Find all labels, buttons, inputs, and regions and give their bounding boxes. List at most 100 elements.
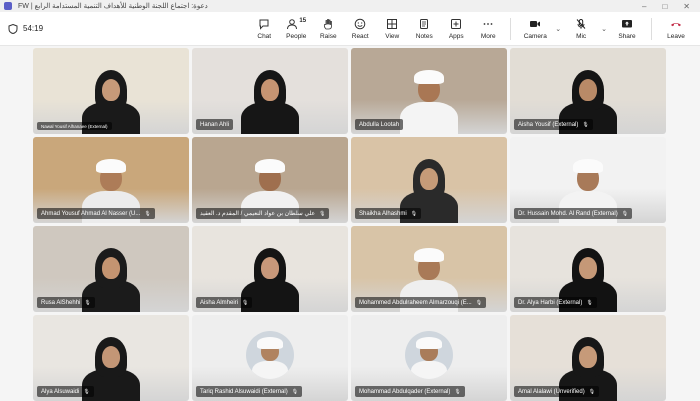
leave-label: Leave bbox=[667, 32, 685, 40]
mic-options-chevron-icon[interactable]: ⌄ bbox=[601, 25, 607, 33]
participant-name-label: Rusa AlShehhi 🎙 bbox=[37, 297, 95, 308]
participant-tile[interactable]: Mohammad Abdulqader (External) 🎙 bbox=[351, 315, 507, 401]
mic-muted-icon: 🎙 bbox=[588, 388, 596, 395]
participant-video bbox=[394, 66, 464, 134]
participant-name-label: Abdulla Lootah bbox=[355, 119, 404, 130]
participant-name-label: Aisha Yousif (External) 🎙 bbox=[514, 119, 593, 130]
participant-name: Aisha Almheiri bbox=[200, 299, 239, 306]
participant-tile[interactable]: Shaikha Alhashmi 🎙 bbox=[351, 137, 507, 223]
mic-muted-icon: 🎙 bbox=[291, 388, 299, 395]
people-button[interactable]: 15 People bbox=[281, 14, 311, 44]
mic-button[interactable]: Mic bbox=[564, 14, 598, 44]
smiley-icon bbox=[354, 18, 366, 29]
more-dots-icon bbox=[483, 22, 493, 25]
mic-muted-icon: 🎙 bbox=[454, 388, 461, 395]
camera-icon bbox=[530, 20, 541, 27]
participant-name-label: Hanan Ahli bbox=[196, 119, 234, 130]
participant-tile[interactable]: Dr. Hussain Mohd. Al Rand (External) 🎙 bbox=[510, 137, 666, 223]
teams-logo-icon bbox=[4, 2, 12, 10]
avatar bbox=[246, 331, 294, 379]
participant-tile[interactable]: Alya Alsuwaidi 🎙 bbox=[33, 315, 189, 401]
shield-icon bbox=[8, 23, 18, 34]
participant-name: Alya Alsuwaidi bbox=[41, 388, 80, 395]
participant-tile[interactable]: Rusa AlShehhi 🎙 bbox=[33, 226, 189, 312]
minimize-icon[interactable]: – bbox=[642, 2, 646, 11]
notes-label: Notes bbox=[415, 32, 433, 40]
participant-name-label: Dr. Hussain Mohd. Al Rand (External) 🎙 bbox=[514, 208, 633, 219]
react-label: React bbox=[351, 32, 369, 40]
more-button[interactable]: More bbox=[473, 14, 503, 44]
chat-icon bbox=[259, 19, 269, 30]
participant-tile[interactable]: Ahmad Yousuf Ahmad Al Nasser (U... 🎙 bbox=[33, 137, 189, 223]
participant-name: علي سلطان بن عواد النعيمي / المقدم د. ال… bbox=[200, 211, 316, 217]
participant-tile[interactable]: Mohammed Abdulraheem Almarzouqi (E... 🎙 bbox=[351, 226, 507, 312]
participant-tile[interactable]: Aisha Almheiri 🎙 bbox=[192, 226, 348, 312]
participant-tile[interactable]: Dr. Alya Harbi (External) 🎙 bbox=[510, 226, 666, 312]
leave-button[interactable]: Leave bbox=[659, 14, 693, 44]
view-label: View bbox=[385, 32, 400, 40]
close-window-icon[interactable]: ✕ bbox=[683, 2, 690, 11]
participant-name-label: Alya Alsuwaidi 🎙 bbox=[37, 386, 94, 397]
participant-name-label: Dr. Alya Harbi (External) 🎙 bbox=[514, 297, 597, 308]
camera-options-chevron-icon[interactable]: ⌄ bbox=[555, 25, 561, 33]
participant-name: Tariq Rashid Alsuwaidi (External) bbox=[200, 388, 288, 395]
camera-button[interactable]: Camera bbox=[518, 14, 552, 44]
react-button[interactable]: React bbox=[345, 14, 375, 44]
participant-name: Ahmad Yousuf Ahmad Al Nasser (U... bbox=[41, 210, 141, 217]
more-label: More bbox=[480, 32, 496, 40]
mic-muted-icon: 🎙 bbox=[242, 299, 249, 306]
participant-name: Aisha Yousif (External) bbox=[518, 121, 579, 128]
notes-button[interactable]: Notes bbox=[409, 14, 439, 44]
apps-button[interactable]: Apps bbox=[441, 14, 471, 44]
share-button[interactable]: Share bbox=[610, 14, 644, 44]
mic-muted-icon: 🎙 bbox=[410, 210, 418, 217]
chat-label: Chat bbox=[257, 32, 272, 40]
mic-muted-icon: 🎙 bbox=[621, 210, 629, 217]
participant-tile[interactable]: Nawal Yousif Alhanaee (External) bbox=[33, 48, 189, 134]
participant-name-label: Amal Alalawi (Unverified) 🎙 bbox=[514, 386, 600, 397]
mic-muted-icon: 🎙 bbox=[83, 388, 90, 395]
hang-up-phone-icon bbox=[671, 22, 681, 26]
participant-name: Mohammad Abdulqader (External) bbox=[359, 388, 451, 395]
title-bar: دعوة: اجتماع اللجنة الوطنية للأهداف التن… bbox=[0, 0, 700, 12]
toolbar-divider-2 bbox=[651, 17, 652, 40]
share-screen-icon bbox=[622, 19, 632, 27]
participant-name: Amal Alalawi (Unverified) bbox=[518, 388, 585, 395]
participant-name-label: Tariq Rashid Alsuwaidi (External) 🎙 bbox=[196, 386, 303, 397]
people-count: 15 bbox=[299, 17, 307, 24]
toolbar-divider bbox=[510, 17, 512, 40]
mic-muted-icon: 🎙 bbox=[144, 210, 151, 217]
raise-hand-button[interactable]: Raise bbox=[313, 14, 343, 44]
participant-name: Abdulla Lootah bbox=[359, 121, 400, 128]
participant-name: Rusa AlShehhi bbox=[41, 299, 81, 306]
window-controls: – □ ✕ bbox=[642, 2, 690, 11]
participant-tile[interactable]: علي سلطان بن عواد النعيمي / المقدم د. ال… bbox=[192, 137, 348, 223]
share-label: Share bbox=[618, 32, 636, 40]
participant-tile[interactable]: Hanan Ahli bbox=[192, 48, 348, 134]
apps-label: Apps bbox=[448, 32, 464, 40]
participant-name-label: Nawal Yousif Alhanaee (External) bbox=[37, 122, 112, 130]
participant-name-label: Shaikha Alhashmi 🎙 bbox=[355, 208, 422, 219]
participant-name: Nawal Yousif Alhanaee (External) bbox=[41, 123, 108, 129]
participant-video bbox=[235, 66, 305, 134]
participant-tile[interactable]: Aisha Yousif (External) 🎙 bbox=[510, 48, 666, 134]
meeting-timer: 54:19 bbox=[8, 23, 43, 34]
mic-muted-icon: 🎙 bbox=[582, 121, 589, 128]
grid-view-icon bbox=[387, 18, 398, 29]
mic-muted-icon bbox=[576, 18, 586, 29]
participant-name: Dr. Alya Harbi (External) bbox=[518, 299, 583, 306]
mic-label: Mic bbox=[576, 32, 587, 40]
mic-muted-icon: 🎙 bbox=[319, 210, 326, 217]
participant-tile[interactable]: Abdulla Lootah bbox=[351, 48, 507, 134]
window-title: دعوة: اجتماع اللجنة الوطنية للأهداف التن… bbox=[18, 3, 208, 10]
participant-tile[interactable]: Tariq Rashid Alsuwaidi (External) 🎙 bbox=[192, 315, 348, 401]
participant-name: Shaikha Alhashmi bbox=[359, 210, 407, 217]
participant-name-label: Ahmad Yousuf Ahmad Al Nasser (U... 🎙 bbox=[37, 208, 155, 219]
chat-button[interactable]: Chat bbox=[249, 14, 279, 44]
view-button[interactable]: View bbox=[377, 14, 407, 44]
mic-muted-icon: 🎙 bbox=[475, 299, 483, 306]
maximize-icon[interactable]: □ bbox=[662, 2, 667, 11]
raise-label: Raise bbox=[319, 32, 337, 40]
participant-tile[interactable]: Amal Alalawi (Unverified) 🎙 bbox=[510, 315, 666, 401]
participant-grid: Nawal Yousif Alhanaee (External) Hanan Ah… bbox=[33, 48, 667, 401]
